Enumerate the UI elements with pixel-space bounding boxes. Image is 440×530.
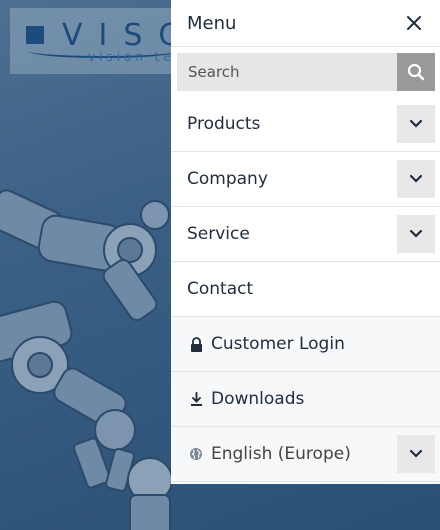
chevron-down-icon — [409, 229, 423, 238]
chevron-down-icon — [409, 174, 423, 183]
search-bar — [177, 53, 435, 91]
close-icon — [407, 16, 421, 30]
globe-icon — [189, 446, 203, 462]
menu-item-label: Products — [187, 114, 261, 134]
menu-item-service[interactable]: Service — [171, 207, 440, 262]
menu-title: Menu — [187, 12, 237, 34]
search-input[interactable] — [177, 53, 397, 91]
menu-panel: Menu Products — [171, 0, 440, 484]
menu-item-label: Company — [187, 169, 268, 189]
search-icon — [407, 63, 425, 81]
expand-button-language[interactable] — [397, 435, 435, 473]
menu-header: Menu — [171, 0, 440, 47]
robot-arm-image — [0, 189, 173, 530]
menu-item-products[interactable]: Products — [171, 97, 440, 152]
menu-item-customer-login[interactable]: Customer Login — [171, 317, 440, 372]
expand-button-products[interactable] — [397, 105, 435, 143]
search-button[interactable] — [397, 53, 435, 91]
logo-tagline: vision te — [88, 50, 175, 64]
menu-item-label: Customer Login — [211, 334, 345, 354]
menu-item-label: Contact — [187, 279, 254, 299]
menu-item-company[interactable]: Company — [171, 152, 440, 207]
download-icon — [189, 391, 203, 407]
expand-button-service[interactable] — [397, 215, 435, 253]
menu-item-label: Service — [187, 224, 250, 244]
menu-item-label: Downloads — [211, 389, 305, 409]
menu-item-contact[interactable]: Contact — [171, 262, 440, 317]
expand-button-company[interactable] — [397, 160, 435, 198]
menu-item-language[interactable]: English (Europe) — [171, 427, 440, 482]
logo-mark — [26, 26, 44, 44]
chevron-down-icon — [409, 119, 423, 128]
menu-list: Products Company Service Contact Custome… — [171, 97, 440, 482]
chevron-down-icon — [409, 449, 423, 458]
close-button[interactable] — [402, 11, 426, 35]
lock-icon — [189, 336, 203, 352]
menu-item-label: English (Europe) — [211, 444, 351, 464]
menu-item-downloads[interactable]: Downloads — [171, 372, 440, 427]
